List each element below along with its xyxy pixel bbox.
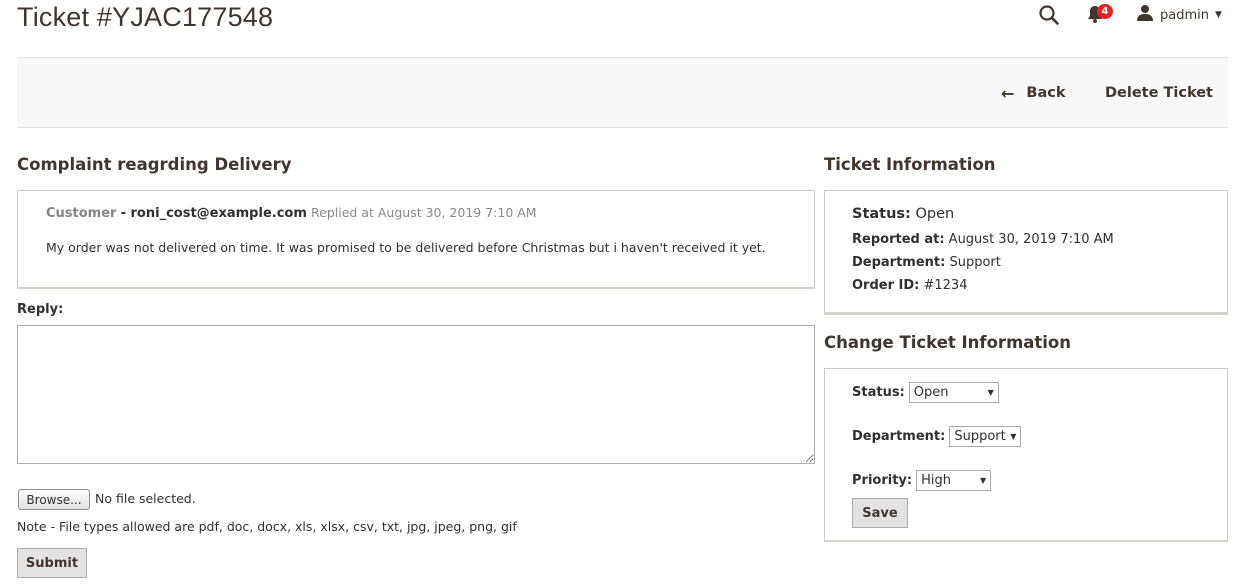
notification-count-badge[interactable]: 4 [1097,4,1113,19]
reply-label: Reply: [17,302,64,317]
back-button[interactable]: ← Back [1001,82,1065,104]
user-menu[interactable]: padmin ▼ [1136,4,1222,26]
department-select[interactable]: Support ▼ [949,426,1022,447]
order-id-value: #1234 [923,278,968,293]
message-timestamp: Replied at August 30, 2019 7:10 AM [311,205,537,220]
ticket-department: Department: Support [852,255,1001,270]
message-thread: Customer - roni_cost@example.com Replied… [17,190,815,289]
status-field: Status: Open ▼ [852,382,999,403]
ticket-status: Status: Open [852,206,954,222]
arrow-left-icon: ← [1001,83,1015,103]
status-selected-value: Open [913,385,949,400]
department-field-label: Department: [852,429,946,444]
dropdown-arrow-icon: ▼ [987,388,994,397]
ticket-status-value: Open [915,206,955,222]
priority-field: Priority: High ▼ [852,470,992,491]
department-selected-value: Support [954,429,1006,444]
order-id-label: Order ID: [852,278,920,293]
browse-file-button[interactable]: Browse... [18,489,90,510]
department-field: Department: Support ▼ [852,426,1022,447]
message-author-role: Customer [46,206,117,221]
ticket-information-title: Ticket Information [824,155,996,174]
ticket-reported-at: Reported at: August 30, 2019 7:10 AM [852,232,1114,247]
user-icon [1136,4,1154,26]
reported-at-value: August 30, 2019 7:10 AM [948,232,1114,247]
dropdown-arrow-icon: ▼ [979,476,987,485]
change-ticket-panel: Status: Open ▼ Department: Support ▼ Pri… [824,368,1228,542]
save-button[interactable]: Save [852,498,908,528]
page-actions-bar: ← Back Delete Ticket [17,57,1228,128]
file-types-note: Note - File types allowed are pdf, doc, … [17,519,517,534]
back-button-label: Back [1026,85,1066,101]
message-meta: Customer - roni_cost@example.com Replied… [46,205,537,221]
username: padmin [1160,7,1209,23]
message-author-email: - roni_cost@example.com [120,206,307,221]
priority-field-label: Priority: [852,473,913,488]
ticket-information-panel: Status: Open Reported at: August 30, 201… [824,190,1228,315]
delete-ticket-button[interactable]: Delete Ticket [1105,82,1213,104]
department-label: Department: [852,255,946,270]
ticket-subject-title: Complaint reagrding Delivery [17,155,292,174]
status-select[interactable]: Open ▼ [908,382,999,403]
chevron-down-icon: ▼ [1215,10,1222,20]
change-ticket-information-title: Change Ticket Information [824,333,1072,352]
priority-select[interactable]: High ▼ [916,470,992,491]
search-icon[interactable] [1038,4,1060,26]
ticket-status-label: Status: [852,206,911,222]
reply-textarea[interactable] [17,325,815,464]
file-selection-status: No file selected. [95,491,196,506]
reported-at-label: Reported at: [852,232,945,247]
message-body: My order was not delivered on time. It w… [46,240,766,255]
dropdown-arrow-icon: ▼ [1010,432,1017,441]
page-title: Ticket #YJAC177548 [17,2,274,32]
priority-selected-value: High [921,473,951,488]
status-field-label: Status: [852,385,905,400]
department-value: Support [949,255,1001,270]
ticket-order-id: Order ID: #1234 [852,278,967,293]
submit-reply-button[interactable]: Submit [17,548,87,578]
